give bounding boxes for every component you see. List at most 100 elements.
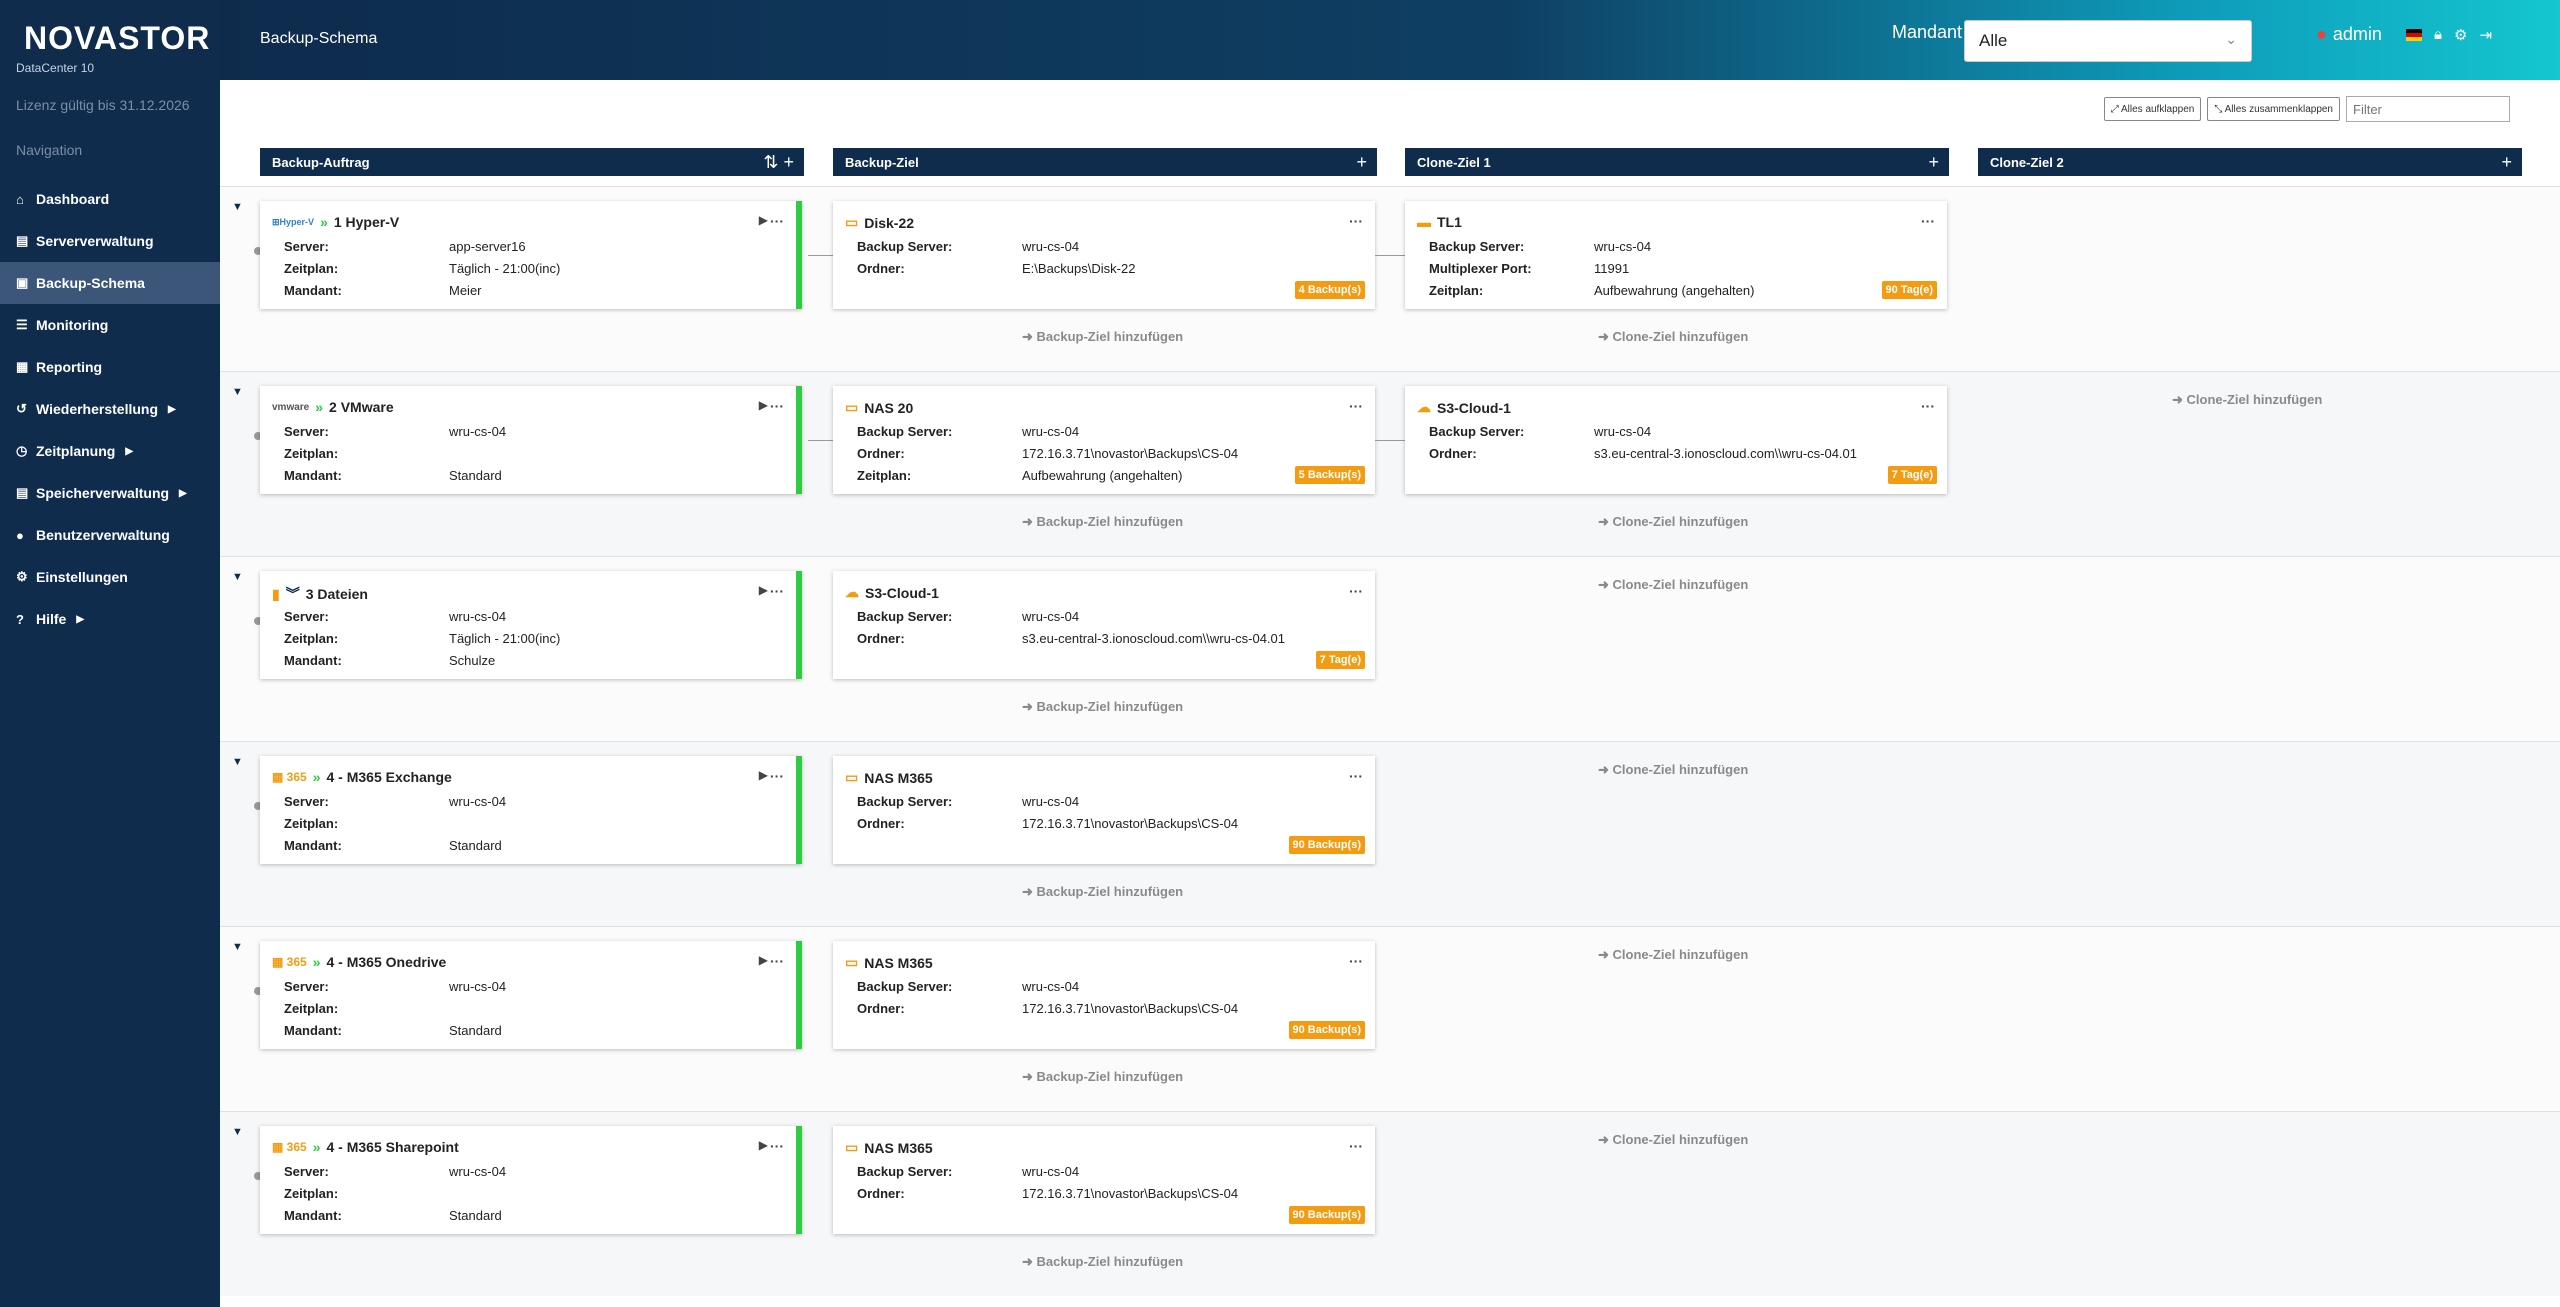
add-icon[interactable]: + — [783, 152, 794, 172]
expand-all-button[interactable]: ⤢ Alles aufklappen — [2103, 97, 2202, 121]
clock-icon: ◷ — [16, 443, 28, 458]
add-clone2-target-link[interactable]: ➜ Clone-Ziel hinzufügen — [2172, 392, 2322, 408]
chevron-down-icon: ⌄ — [2225, 31, 2237, 47]
target-card[interactable]: ▭ NAS M365 ··· Backup Server: wru-cs-04 Or… — [833, 941, 1375, 1049]
add-backup-target-link[interactable]: ➜ Backup-Ziel hinzufügen — [1022, 1069, 1183, 1085]
more-icon[interactable]: ··· — [1349, 953, 1363, 969]
collapse-all-label: Alles zusammenklappen — [2224, 103, 2333, 115]
user-menu[interactable]: ● admin — [2316, 24, 2382, 45]
sidebar-item-reporting[interactable]: ▦ Reporting — [0, 346, 220, 388]
sidebar-item-serververwaltung[interactable]: ▤ Serververwaltung — [0, 220, 220, 262]
more-icon[interactable]: ··· — [770, 213, 784, 229]
play-icon[interactable]: ▶ — [759, 1138, 768, 1152]
retention-badge: 7 Tag(e) — [1315, 651, 1365, 669]
column-label: Clone-Ziel 2 — [1990, 155, 2064, 170]
retention-badge: 7 Tag(e) — [1887, 466, 1937, 484]
target-card[interactable]: ▭ NAS M365 ··· Backup Server: wru-cs-04 Or… — [833, 1126, 1375, 1234]
more-icon[interactable]: ··· — [770, 398, 784, 414]
job-card[interactable]: ▦ 365» 4 - M365 Onedrive ▶ ··· Server: wru-… — [260, 941, 802, 1049]
more-icon[interactable]: ··· — [770, 1138, 784, 1154]
collapse-all-button[interactable]: ⤡ Alles zusammenklappen — [2207, 97, 2340, 121]
sort-icon[interactable]: ⇅ — [763, 152, 778, 172]
more-icon[interactable]: ··· — [1349, 213, 1363, 229]
play-icon[interactable]: ▶ — [759, 213, 768, 227]
clone-card[interactable]: ▬ TL1 ··· Backup Server: wru-cs-04 Multipl… — [1405, 201, 1947, 309]
add-icon[interactable]: + — [2501, 152, 2512, 173]
double-chevron-icon: » — [315, 399, 324, 415]
more-icon[interactable]: ··· — [1349, 768, 1363, 784]
sidebar-item-benutzerverwaltung[interactable]: ● Benutzerverwaltung — [0, 514, 220, 556]
target-card[interactable]: ▭ NAS M365 ··· Backup Server: wru-cs-04 Or… — [833, 756, 1375, 864]
column-actions: ⇅ + — [763, 152, 794, 173]
add-clone-target-link[interactable]: ➜ Clone-Ziel hinzufügen — [1598, 947, 1748, 963]
add-backup-target-link[interactable]: ➜ Backup-Ziel hinzufügen — [1022, 514, 1183, 530]
mandant-select[interactable]: Alle ⌄ — [1964, 20, 2252, 62]
add-icon[interactable]: + — [1356, 152, 1367, 173]
add-backup-target-link[interactable]: ➜ Backup-Ziel hinzufügen — [1022, 329, 1183, 345]
more-icon[interactable]: ··· — [1921, 213, 1935, 229]
gear-icon[interactable]: ⚙ — [2454, 26, 2467, 44]
play-icon[interactable]: ▶ — [759, 583, 768, 597]
schema-row: ▼ ▦ 365» 4 - M365 Exchange ▶ ··· Server: wr… — [220, 741, 2560, 926]
gear-icon: ⚙ — [16, 569, 28, 584]
sidebar-item-monitoring[interactable]: ☰ Monitoring — [0, 304, 220, 346]
sidebar-item-label: Benutzerverwaltung — [36, 527, 170, 543]
sidebar-item-backup-schema[interactable]: ▣ Backup-Schema — [0, 262, 220, 304]
column-header-clone2: Clone-Ziel 2 + — [1978, 148, 2522, 176]
more-icon[interactable]: ··· — [770, 768, 784, 784]
german-flag-icon[interactable] — [2406, 29, 2422, 41]
sidebar-item-dashboard[interactable]: ⌂ Dashboard — [0, 178, 220, 220]
job-card[interactable]: ▦ 365» 4 - M365 Sharepoint ▶ ··· Server: wr… — [260, 1126, 802, 1234]
more-icon[interactable]: ··· — [770, 953, 784, 969]
filter-input[interactable] — [2346, 96, 2510, 122]
add-clone-target-link[interactable]: ➜ Clone-Ziel hinzufügen — [1598, 514, 1748, 530]
add-backup-target-link[interactable]: ➜ Backup-Ziel hinzufügen — [1022, 884, 1183, 900]
sidebar-item-zeitplanung[interactable]: ◷ Zeitplanung ▶ — [0, 430, 220, 472]
target-card[interactable]: ☁ S3-Cloud-1 ··· Backup Server: wru-cs-04 … — [833, 571, 1375, 679]
job-card[interactable]: ▦ 365» 4 - M365 Exchange ▶ ··· Server: wru-… — [260, 756, 802, 864]
play-icon[interactable]: ▶ — [759, 768, 768, 782]
disk-icon: ▭ — [845, 1139, 859, 1155]
target-title: ▭ Disk-22 — [845, 214, 915, 231]
job-name: 1 Hyper-V — [333, 214, 400, 230]
target-card[interactable]: ▭ Disk-22 ··· Backup Server: wru-cs-04 Ord… — [833, 201, 1375, 309]
collapse-caret-icon[interactable]: ▼ — [232, 201, 243, 213]
more-icon[interactable]: ··· — [1921, 398, 1935, 414]
sidebar-item-hilfe[interactable]: ? Hilfe ▶ — [0, 598, 220, 640]
caret-right-icon: ▶ — [179, 487, 187, 499]
mandant-label: Mandant — [1892, 22, 1963, 42]
add-icon[interactable]: + — [1928, 152, 1939, 173]
play-icon[interactable]: ▶ — [759, 953, 768, 967]
sidebar-item-einstellungen[interactable]: ⚙ Einstellungen — [0, 556, 220, 598]
add-clone-target-link[interactable]: ➜ Clone-Ziel hinzufügen — [1598, 1132, 1748, 1148]
collapse-caret-icon[interactable]: ▼ — [232, 941, 243, 953]
clone-card[interactable]: ☁ S3-Cloud-1 ··· Backup Server: wru-cs-04 … — [1405, 386, 1947, 494]
job-card[interactable]: ⊞Hyper-V» 1 Hyper-V ▶ ··· Server: app-serve… — [260, 201, 802, 309]
sidebar-item-label: Zeitplanung — [36, 443, 116, 459]
collapse-caret-icon[interactable]: ▼ — [232, 756, 243, 768]
add-clone-target-link[interactable]: ➜ Clone-Ziel hinzufügen — [1598, 577, 1748, 593]
play-icon[interactable]: ▶ — [759, 398, 768, 412]
sidebar-item-speicherverwaltung[interactable]: ▤ Speicherverwaltung ▶ — [0, 472, 220, 514]
add-backup-target-link[interactable]: ➜ Backup-Ziel hinzufügen — [1022, 699, 1183, 715]
more-icon[interactable]: ··· — [1349, 583, 1363, 599]
logout-icon[interactable]: ⇥ — [2479, 26, 2492, 44]
more-icon[interactable]: ··· — [1349, 1138, 1363, 1154]
add-clone-target-link[interactable]: ➜ Clone-Ziel hinzufügen — [1598, 762, 1748, 778]
lock-icon[interactable]: 🔒︎ — [2434, 26, 2442, 44]
nav-menu: ⌂ Dashboard ▤ Serververwaltung ▣ Backup-Sch… — [0, 178, 220, 640]
target-card[interactable]: ▭ NAS 20 ··· Backup Server: wru-cs-04 Ordn… — [833, 386, 1375, 494]
mandant-value: Alle — [1979, 31, 2008, 50]
schema-icon: ▣ — [16, 275, 29, 290]
collapse-caret-icon[interactable]: ▼ — [232, 1126, 243, 1138]
more-icon[interactable]: ··· — [770, 583, 784, 599]
more-icon[interactable]: ··· — [1349, 398, 1363, 414]
add-clone-target-link[interactable]: ➜ Clone-Ziel hinzufügen — [1598, 329, 1748, 345]
job-card[interactable]: vmware» 2 VMware ▶ ··· Server: wru-cs-04 Ze… — [260, 386, 802, 494]
add-backup-target-link[interactable]: ➜ Backup-Ziel hinzufügen — [1022, 1254, 1183, 1270]
sidebar-item-wiederherstellung[interactable]: ↺ Wiederherstellung ▶ — [0, 388, 220, 430]
collapse-caret-icon[interactable]: ▼ — [232, 571, 243, 583]
collapse-caret-icon[interactable]: ▼ — [232, 386, 243, 398]
job-card[interactable]: ▮ ︾ 3 Dateien ▶ ··· Server: wru-cs-04 Zeitpl… — [260, 571, 802, 679]
backup-count-badge: 90 Backup(s) — [1288, 1021, 1365, 1039]
